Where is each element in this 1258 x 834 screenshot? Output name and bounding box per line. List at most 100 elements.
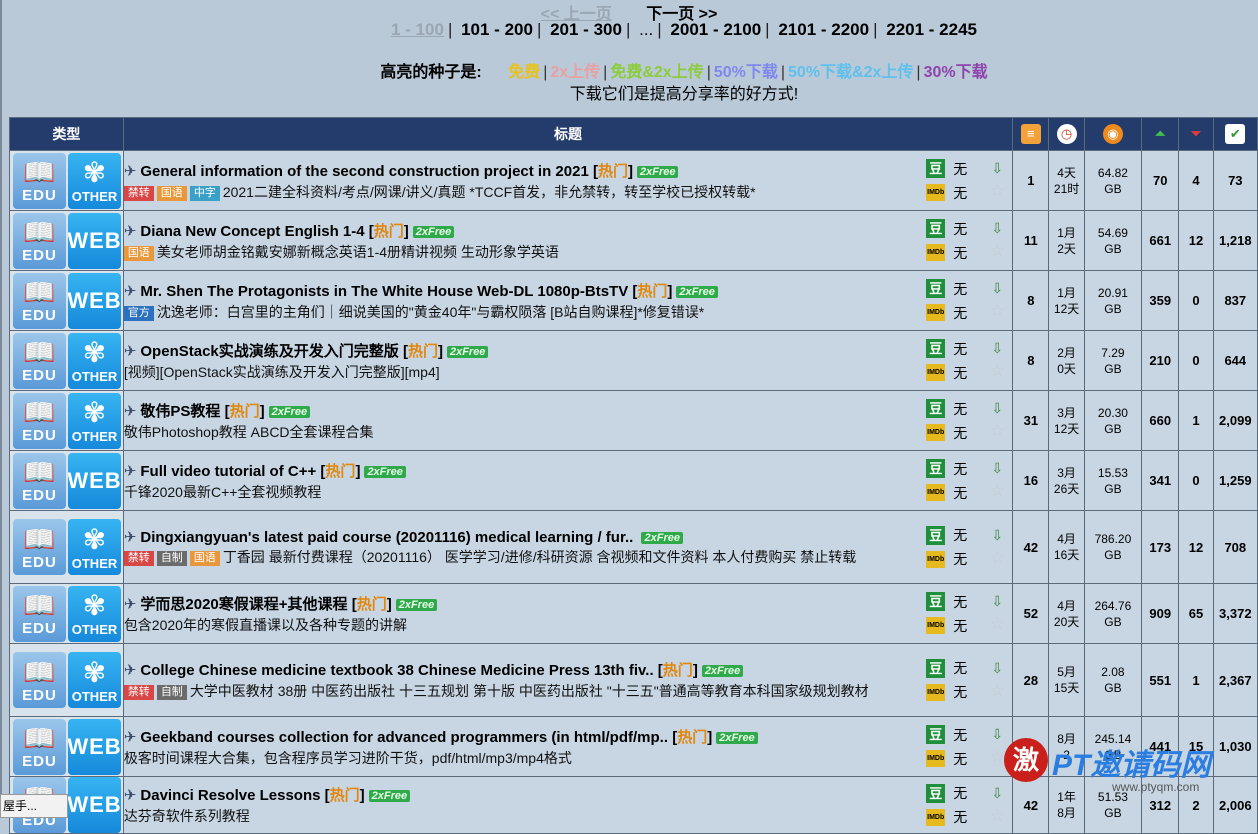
category-web-icon[interactable]: WEB: [68, 777, 121, 833]
bookmark-star-icon[interactable]: ☆: [990, 181, 1005, 201]
torrent-title-link[interactable]: Dingxiangyuan's latest paid course (2020…: [140, 529, 633, 546]
snatched-count[interactable]: 2,099: [1212, 390, 1258, 451]
col-leechers-header[interactable]: ⏷: [1178, 117, 1214, 151]
category-web-icon[interactable]: WEB: [68, 718, 121, 775]
download-icon[interactable]: ⇩: [991, 340, 1003, 357]
comments-count[interactable]: 31: [1012, 390, 1050, 451]
category-edu-icon[interactable]: 📖EDU: [13, 519, 66, 575]
category-edu-icon[interactable]: 📖EDU: [13, 452, 66, 509]
torrent-title-link[interactable]: Full video tutorial of C++: [140, 463, 316, 480]
page-link[interactable]: 101 - 200: [461, 20, 533, 39]
download-icon[interactable]: ⇩: [991, 160, 1003, 177]
page-link[interactable]: 2101 - 2200: [778, 20, 869, 39]
comments-count[interactable]: 11: [1012, 210, 1050, 271]
imdb-icon[interactable]: IMDb: [926, 683, 946, 701]
download-icon[interactable]: ⇩: [991, 220, 1003, 237]
douban-icon[interactable]: 豆: [926, 592, 946, 611]
imdb-icon[interactable]: IMDb: [926, 617, 946, 634]
imdb-icon[interactable]: IMDb: [926, 484, 946, 501]
category-other-icon[interactable]: ✾ OTHER: [68, 585, 121, 642]
leechers-count[interactable]: 1: [1178, 643, 1214, 717]
table-row[interactable]: 📖 EDU WEB ✈ Diana New Concept English 1-4 …: [9, 210, 1258, 271]
category-edu-icon[interactable]: 📖EDU: [13, 212, 66, 269]
bookmark-star-icon[interactable]: ☆: [990, 548, 1005, 568]
torrent-title-link[interactable]: 学而思2020寒假课程+其他课程: [140, 596, 347, 613]
download-icon[interactable]: ⇩: [991, 460, 1003, 477]
bookmark-star-icon[interactable]: ☆: [990, 301, 1005, 321]
bookmark-star-icon[interactable]: ☆: [990, 681, 1005, 701]
category-edu-icon[interactable]: 📖EDU: [13, 392, 66, 449]
imdb-icon[interactable]: IMDb: [926, 550, 946, 568]
category-web-icon[interactable]: WEB: [68, 452, 121, 509]
category-edu-icon[interactable]: 📖EDU: [13, 718, 66, 775]
snatched-count[interactable]: 644: [1212, 330, 1258, 391]
snatched-count[interactable]: 708: [1212, 510, 1258, 584]
torrent-title-link[interactable]: College Chinese medicine textbook 38 Chi…: [140, 662, 653, 679]
douban-icon[interactable]: 豆: [926, 339, 946, 358]
col-comments-header[interactable]: ≡: [1012, 117, 1050, 151]
col-size-header[interactable]: ◉: [1083, 117, 1143, 151]
snatched-count[interactable]: 1,218: [1212, 210, 1258, 271]
leechers-count[interactable]: 4: [1178, 150, 1214, 211]
comments-count[interactable]: 16: [1012, 450, 1050, 511]
torrent-title-link[interactable]: OpenStack实战演练及开发入门完整版: [140, 343, 398, 360]
table-row[interactable]: 📖 EDU ✾ OTHER ✈ General information of the …: [9, 150, 1258, 211]
seeders-count[interactable]: 551: [1141, 643, 1180, 717]
col-snatched-header[interactable]: ✔: [1212, 117, 1258, 151]
seeders-count[interactable]: 661: [1141, 210, 1180, 271]
torrent-title-link[interactable]: Mr. Shen The Protagonists in The White H…: [140, 283, 628, 300]
table-row[interactable]: 📖 EDU ✾ OTHER ✈ OpenStack实战演练及开发入门完整版 [热门] 2…: [9, 330, 1258, 391]
page-link[interactable]: 2201 - 2245: [886, 20, 977, 39]
leechers-count[interactable]: 0: [1178, 450, 1214, 511]
comments-count[interactable]: 28: [1012, 643, 1050, 717]
seeders-count[interactable]: 173: [1141, 510, 1180, 584]
table-row[interactable]: 📖 EDU WEB ✈ Full video tutorial of C++ [热门…: [9, 450, 1258, 511]
category-edu-icon[interactable]: 📖EDU: [13, 585, 66, 642]
col-title-header[interactable]: 标题: [122, 117, 1014, 151]
table-row[interactable]: 📖 EDU WEB ✈ Mr. Shen The Protagonists in T…: [9, 270, 1258, 331]
bookmark-star-icon[interactable]: ☆: [990, 481, 1005, 501]
douban-icon[interactable]: 豆: [926, 783, 946, 803]
page-link[interactable]: 201 - 300: [550, 20, 622, 39]
bookmark-star-icon[interactable]: ☆: [990, 806, 1005, 826]
comments-count[interactable]: 42: [1012, 510, 1050, 584]
douban-icon[interactable]: 豆: [926, 279, 946, 298]
download-icon[interactable]: ⇩: [991, 660, 1003, 677]
category-edu-icon[interactable]: 📖EDU: [13, 332, 66, 389]
douban-icon[interactable]: 豆: [926, 525, 946, 545]
seeders-count[interactable]: 909: [1141, 583, 1180, 644]
seeders-count[interactable]: 341: [1141, 450, 1180, 511]
category-edu-icon[interactable]: 📖EDU: [13, 272, 66, 329]
imdb-icon[interactable]: IMDb: [926, 424, 946, 441]
download-icon[interactable]: ⇩: [991, 400, 1003, 417]
douban-icon[interactable]: 豆: [926, 219, 946, 238]
page-link-current[interactable]: 1 - 100: [391, 20, 444, 39]
seeders-count[interactable]: 210: [1141, 330, 1180, 391]
douban-icon[interactable]: 豆: [926, 459, 946, 478]
imdb-icon[interactable]: IMDb: [926, 244, 946, 261]
category-other-icon[interactable]: ✾ OTHER: [68, 392, 121, 449]
comments-count[interactable]: 8: [1012, 330, 1050, 391]
torrent-title-link[interactable]: 敬伟PS教程: [140, 403, 220, 420]
leechers-count[interactable]: 0: [1178, 330, 1214, 391]
comments-count[interactable]: 1: [1012, 150, 1050, 211]
bookmark-star-icon[interactable]: ☆: [990, 614, 1005, 634]
col-time-header[interactable]: ◷: [1048, 117, 1085, 151]
imdb-icon[interactable]: IMDb: [926, 364, 946, 381]
douban-icon[interactable]: 豆: [926, 399, 946, 418]
douban-icon[interactable]: 豆: [926, 159, 946, 178]
col-type-header[interactable]: 类型: [9, 117, 124, 151]
comments-count[interactable]: 52: [1012, 583, 1050, 644]
bookmark-star-icon[interactable]: ☆: [990, 421, 1005, 441]
comments-count[interactable]: 8: [1012, 270, 1050, 331]
category-other-icon[interactable]: ✾ OTHER: [68, 652, 121, 708]
seeders-count[interactable]: 359: [1141, 270, 1180, 331]
douban-icon[interactable]: 豆: [926, 725, 946, 744]
bookmark-star-icon[interactable]: ☆: [990, 361, 1005, 381]
imdb-icon[interactable]: IMDb: [926, 184, 946, 201]
col-seeders-header[interactable]: ⏶: [1141, 117, 1180, 151]
leechers-count[interactable]: 12: [1178, 510, 1214, 584]
category-other-icon[interactable]: ✾ OTHER: [68, 332, 121, 389]
leechers-count[interactable]: 65: [1178, 583, 1214, 644]
imdb-icon[interactable]: IMDb: [926, 808, 946, 826]
